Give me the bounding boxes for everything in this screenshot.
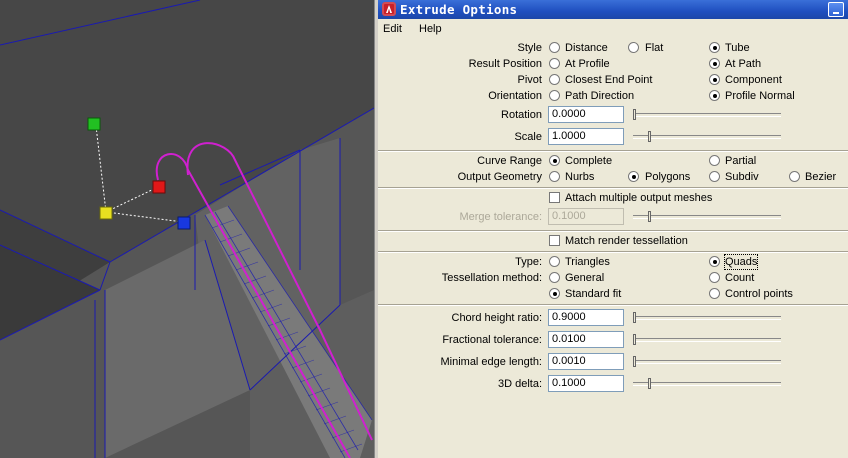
attach-multiple-checkbox[interactable]	[549, 192, 560, 203]
scale-label: Scale	[514, 131, 542, 143]
menu-bar: Edit Help	[378, 19, 848, 39]
scale-field[interactable]: 1.0000	[548, 128, 624, 145]
result-at-path-radio[interactable]	[709, 58, 720, 69]
title-bar[interactable]: Extrude Options	[378, 0, 848, 19]
result-at-profile-label[interactable]: At Profile	[565, 57, 610, 71]
minimal-edge-length-label: Minimal edge length:	[440, 356, 542, 368]
options-panel: Style Distance Flat Tube Result Position…	[378, 39, 848, 458]
tess-general-radio[interactable]	[549, 272, 560, 283]
section-divider	[378, 304, 848, 306]
section-divider	[378, 187, 848, 189]
merge-tolerance-slider-handle[interactable]	[647, 211, 651, 222]
curve-range-complete-label[interactable]: Complete	[565, 154, 612, 168]
output-nurbs-radio[interactable]	[549, 171, 560, 182]
style-distance-label[interactable]: Distance	[565, 41, 608, 55]
chord-height-ratio-slider[interactable]	[633, 316, 781, 320]
output-geometry-label: Output Geometry	[457, 171, 542, 183]
tess-control-points-label[interactable]: Control points	[725, 287, 793, 301]
orientation-path-direction-label[interactable]: Path Direction	[565, 89, 634, 103]
rotation-field[interactable]: 0.0000	[548, 106, 624, 123]
menu-edit[interactable]: Edit	[383, 23, 402, 35]
tess-control-points-radio[interactable]	[709, 288, 720, 299]
fractional-tolerance-slider-handle[interactable]	[633, 334, 636, 345]
output-subdiv-label[interactable]: Subdiv	[725, 170, 759, 184]
output-bezier-radio[interactable]	[789, 171, 800, 182]
style-tube-label[interactable]: Tube	[725, 41, 750, 55]
rotation-label: Rotation	[501, 109, 542, 121]
minimal-edge-length-slider-handle[interactable]	[633, 356, 636, 367]
fractional-tolerance-label: Fractional tolerance:	[442, 334, 542, 346]
match-render-tessellation-checkbox[interactable]	[549, 235, 560, 246]
pivot-closest-end-point-radio[interactable]	[549, 74, 560, 85]
section-divider	[378, 230, 848, 232]
chord-height-ratio-label: Chord height ratio:	[451, 312, 543, 324]
style-flat-label[interactable]: Flat	[645, 41, 663, 55]
scene-render	[0, 0, 374, 458]
output-nurbs-label[interactable]: Nurbs	[565, 170, 594, 184]
chord-height-ratio-field[interactable]: 0.9000	[548, 309, 624, 326]
tess-count-label[interactable]: Count	[725, 271, 754, 285]
merge-tolerance-field[interactable]: 0.1000	[548, 208, 624, 225]
pivot-component-label[interactable]: Component	[725, 73, 782, 87]
type-quads-label[interactable]: Quads	[723, 254, 759, 270]
tess-standard-fit-label[interactable]: Standard fit	[565, 287, 621, 301]
curve-range-complete-radio[interactable]	[549, 155, 560, 166]
menu-help[interactable]: Help	[419, 23, 442, 35]
type-triangles-radio[interactable]	[549, 256, 560, 267]
rotation-slider-handle[interactable]	[633, 109, 636, 120]
result-at-path-label[interactable]: At Path	[725, 57, 761, 71]
merge-tolerance-label: Merge tolerance:	[459, 211, 542, 223]
style-flat-radio[interactable]	[628, 42, 639, 53]
extrude-options-window: Extrude Options Edit Help Style Distance…	[378, 0, 848, 458]
output-polygons-label[interactable]: Polygons	[645, 170, 690, 184]
type-quads-radio[interactable]	[709, 256, 720, 267]
style-tube-radio[interactable]	[709, 42, 720, 53]
fractional-tolerance-field[interactable]: 0.0100	[548, 331, 624, 348]
minimal-edge-length-slider[interactable]	[633, 360, 781, 364]
tess-count-radio[interactable]	[709, 272, 720, 283]
scale-slider[interactable]	[633, 135, 781, 139]
section-divider	[378, 150, 848, 152]
delta-3d-label: 3D delta:	[497, 378, 542, 390]
pivot-component-radio[interactable]	[709, 74, 720, 85]
style-distance-radio[interactable]	[549, 42, 560, 53]
fractional-tolerance-slider[interactable]	[633, 338, 781, 342]
match-render-tessellation-label[interactable]: Match render tessellation	[565, 234, 688, 248]
delta-3d-slider-handle[interactable]	[647, 378, 651, 389]
minimize-button[interactable]	[828, 2, 844, 17]
delta-3d-slider[interactable]	[633, 382, 781, 386]
orientation-profile-normal-radio[interactable]	[709, 90, 720, 101]
type-triangles-label[interactable]: Triangles	[565, 255, 610, 269]
pivot-label: Pivot	[517, 74, 542, 86]
tess-standard-fit-radio[interactable]	[549, 288, 560, 299]
output-bezier-label[interactable]: Bezier	[805, 170, 836, 184]
output-polygons-radio[interactable]	[628, 171, 639, 182]
curve-range-partial-label[interactable]: Partial	[725, 154, 756, 168]
style-label: Style	[517, 42, 542, 54]
attach-multiple-label[interactable]: Attach multiple output meshes	[565, 191, 712, 205]
tessellation-method-label: Tessellation method:	[441, 272, 542, 284]
delta-3d-field[interactable]: 0.1000	[548, 375, 624, 392]
scale-slider-handle[interactable]	[647, 131, 651, 142]
pivot-closest-end-point-label[interactable]: Closest End Point	[565, 73, 652, 87]
curve-range-partial-radio[interactable]	[709, 155, 720, 166]
viewport-3d[interactable]	[0, 0, 374, 458]
tess-general-label[interactable]: General	[565, 271, 604, 285]
orientation-profile-normal-label[interactable]: Profile Normal	[725, 89, 795, 103]
output-subdiv-radio[interactable]	[709, 171, 720, 182]
rotation-slider[interactable]	[633, 113, 781, 117]
result-position-label: Result Position	[468, 58, 542, 70]
orientation-path-direction-radio[interactable]	[549, 90, 560, 101]
minimal-edge-length-field[interactable]: 0.0010	[548, 353, 624, 370]
merge-tolerance-slider[interactable]	[633, 215, 781, 219]
type-label: Type:	[515, 256, 542, 268]
chord-height-ratio-slider-handle[interactable]	[633, 312, 636, 323]
section-divider	[378, 251, 848, 253]
window-title: Extrude Options	[400, 2, 518, 17]
result-at-profile-radio[interactable]	[549, 58, 560, 69]
curve-range-label: Curve Range	[477, 155, 542, 167]
maya-app-icon	[382, 2, 396, 16]
orientation-label: Orientation	[488, 90, 542, 102]
